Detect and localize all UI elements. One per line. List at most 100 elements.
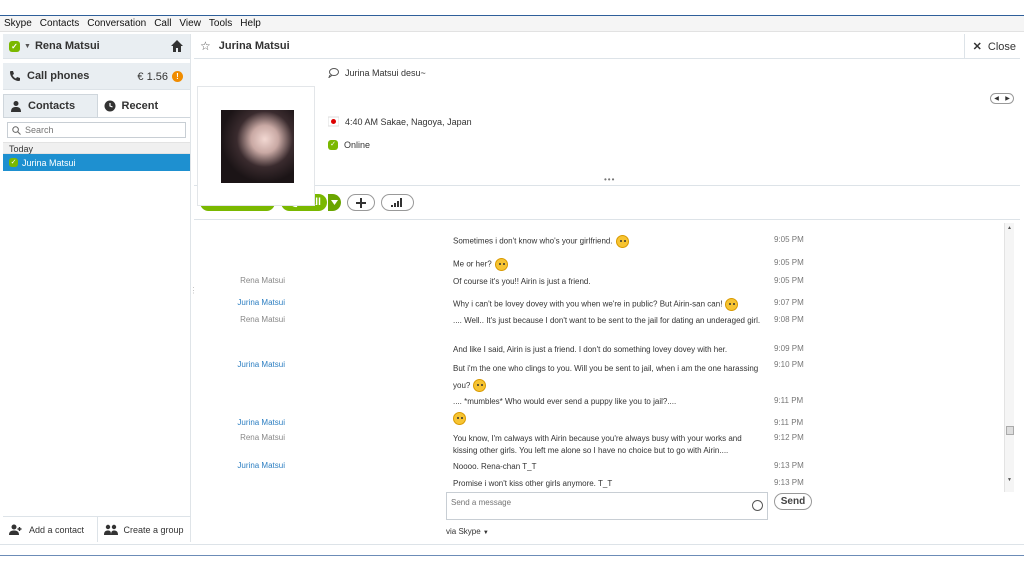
resize-handle[interactable]: ••• — [604, 175, 615, 184]
message-text: Of course it's you!! Airin is just a fri… — [453, 277, 591, 286]
message-text: .... Well.. It's just because I don't wa… — [453, 316, 761, 325]
tab-contacts-label: Contacts — [28, 100, 76, 112]
message-sender: Jurina Matsui — [237, 298, 285, 307]
avatar-frame — [197, 86, 315, 206]
avatar[interactable] — [221, 110, 294, 183]
message-time: 9:12 PM — [774, 433, 804, 442]
credit-alert-badge: ! — [172, 71, 183, 82]
star-icon[interactable]: ☆ — [200, 39, 211, 53]
message-text: .... *mumbles* Who would ever send a pup… — [453, 397, 677, 406]
message-time: 9:13 PM — [774, 461, 804, 470]
profile-row[interactable]: ✓ ▼ Rena Matsui — [3, 34, 190, 59]
message-time: 9:09 PM — [774, 344, 804, 353]
message-text: Promise i won't kiss other girls anymore… — [453, 479, 613, 488]
message-compose-box[interactable] — [446, 492, 768, 520]
chevron-right-icon[interactable]: ▶ — [1005, 95, 1010, 102]
message-time: 9:05 PM — [774, 235, 804, 244]
group-icon — [103, 524, 118, 535]
add-person-icon — [9, 524, 22, 535]
message-text: Noooo. Rena-chan T_T — [453, 462, 537, 471]
menu-skype[interactable]: Skype — [4, 18, 32, 29]
location-line: 4:40 AM Sakae, Nagoya, Japan — [328, 116, 472, 127]
call-phones-label: Call phones — [27, 70, 90, 82]
menu-help[interactable]: Help — [240, 18, 261, 29]
speech-bubble-icon — [328, 68, 339, 78]
tab-contacts[interactable]: Contacts — [3, 94, 98, 117]
message-sender: Rena Matsui — [240, 433, 285, 442]
sidebar-footer: Add a contact Create a group — [3, 516, 191, 542]
menu-conversation[interactable]: Conversation — [87, 18, 146, 29]
message-time: 9:07 PM — [774, 298, 804, 307]
search-input[interactable] — [25, 125, 175, 135]
close-button[interactable]: ✕ Close — [963, 34, 1016, 59]
via-label: via Skype — [446, 527, 481, 536]
credit-balance: € 1.56 — [137, 71, 168, 83]
message-sender: Rena Matsui — [240, 315, 285, 324]
call-quality-button[interactable] — [380, 194, 414, 211]
message-text: You know, I'm calways with Airin because… — [453, 434, 742, 455]
smile-emoticon-icon — [473, 379, 487, 393]
group-header-today: Today — [3, 142, 190, 154]
status-line: ✓ Online — [328, 140, 370, 150]
scroll-thumb[interactable] — [1006, 426, 1014, 435]
call-phones-button[interactable]: Call phones € 1.56 ! — [3, 63, 190, 90]
create-group-label: Create a group — [123, 524, 184, 535]
chat-scrollbar[interactable]: ▲ ▼ — [1004, 223, 1014, 492]
search-box[interactable] — [7, 122, 186, 138]
add-contact-button[interactable]: Add a contact — [3, 517, 97, 542]
signal-bars-icon — [391, 198, 403, 207]
via-network-selector[interactable]: via Skype ▼ — [446, 527, 489, 536]
message-text: Sometimes i don't know who's your girlfr… — [453, 236, 613, 246]
worried-emoticon-icon — [494, 258, 508, 271]
chevron-left-icon[interactable]: ◀ — [994, 95, 999, 102]
menu-contacts[interactable]: Contacts — [40, 18, 79, 29]
contact-name: Jurina Matsui — [22, 157, 76, 168]
emoticon-picker-icon[interactable] — [752, 500, 763, 511]
add-contact-label: Add a contact — [29, 524, 85, 535]
message-text: But i'm the one who clings to you. Will … — [453, 364, 759, 390]
contact-profile: Jurina Matsui desu~ 4:40 AM Sakae, Nagoy… — [194, 59, 1020, 206]
close-label: Close — [987, 40, 1016, 53]
message-text: Me or her? — [453, 259, 492, 269]
close-icon: ✕ — [972, 41, 982, 53]
conversation-header: ☆ Jurina Matsui ✕ Close — [194, 34, 1020, 59]
tab-recent[interactable]: Recent — [98, 94, 191, 117]
call-options-dropdown[interactable] — [326, 194, 341, 211]
message-time: 9:08 PM — [774, 315, 804, 324]
profile-name: Rena Matsui — [34, 40, 100, 52]
chevron-down-icon[interactable]: ▼ — [24, 43, 31, 50]
create-group-button[interactable]: Create a group — [96, 517, 192, 542]
message-sender: Jurina Matsui — [237, 418, 285, 427]
message-sender: Jurina Matsui — [237, 360, 285, 369]
sidebar: ✓ ▼ Rena Matsui Call phones € 1.56 ! Con… — [3, 34, 191, 542]
tongue-emoticon-icon — [453, 412, 466, 425]
contact-item-jurina[interactable]: ✓ Jurina Matsui — [3, 154, 190, 171]
add-participant-button[interactable] — [346, 194, 375, 211]
chevron-down-icon — [330, 200, 338, 205]
message-text: Why i can't be lovey dovey with you when… — [453, 299, 723, 309]
plus-icon — [355, 197, 366, 208]
online-status-icon: ✓ — [9, 158, 18, 167]
clock-icon — [104, 100, 115, 111]
menu-call[interactable]: Call — [154, 18, 171, 29]
japan-flag-icon — [328, 116, 339, 127]
location-text: 4:40 AM Sakae, Nagoya, Japan — [345, 116, 472, 127]
phone-icon — [10, 71, 20, 81]
scroll-up-icon[interactable]: ▲ — [1007, 225, 1012, 231]
message-input[interactable] — [451, 498, 741, 514]
chat-history: Sometimes i don't know who's your girlfr… — [194, 223, 1020, 492]
person-icon — [11, 101, 21, 112]
scroll-down-icon[interactable]: ▼ — [1007, 477, 1012, 483]
menu-bar: Skype Contacts Conversation Call View To… — [0, 16, 1024, 32]
mood-message: Jurina Matsui desu~ — [328, 67, 426, 78]
home-icon[interactable] — [170, 39, 184, 53]
menu-tools[interactable]: Tools — [209, 18, 232, 29]
message-time: 9:05 PM — [774, 258, 804, 267]
send-button[interactable]: Send — [774, 493, 812, 510]
message-time: 9:11 PM — [774, 418, 804, 427]
window-bottom-strip — [0, 544, 1024, 575]
menu-view[interactable]: View — [179, 18, 201, 29]
online-status-icon: ✓ — [9, 40, 20, 52]
profile-nav-arrows[interactable]: ◀ ▶ — [990, 93, 1014, 104]
sad-emoticon-icon — [615, 235, 629, 248]
